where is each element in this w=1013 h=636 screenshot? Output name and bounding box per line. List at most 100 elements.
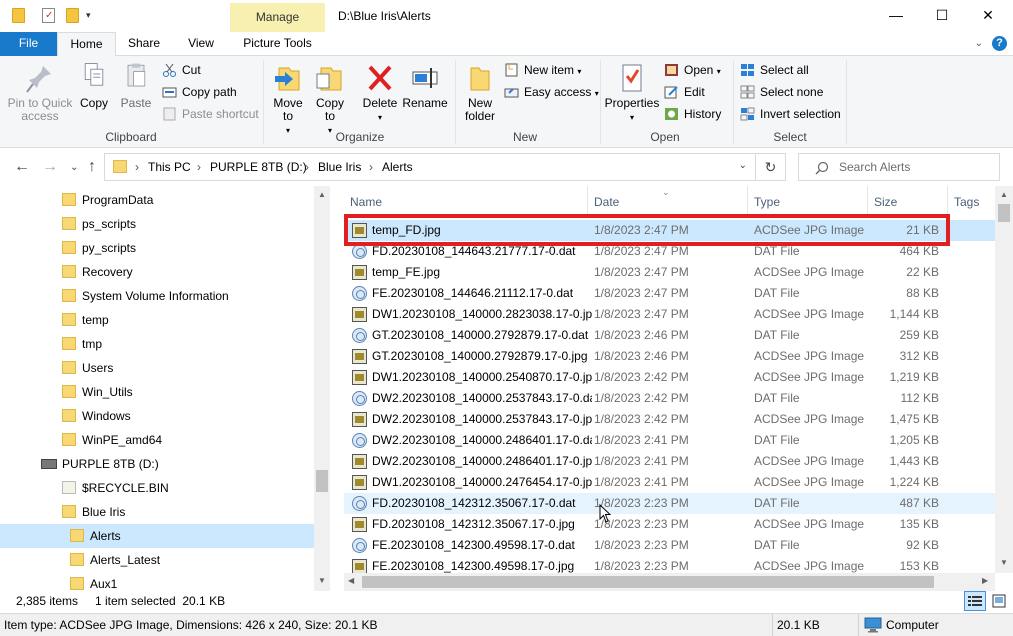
file-list-vertical-scrollbar[interactable]: ▲ ▼ (995, 186, 1013, 573)
tab-home[interactable]: Home (57, 32, 116, 57)
breadcrumb-blue-iris[interactable]: Blue Iris (318, 160, 361, 174)
scroll-left-icon[interactable]: ◀ (348, 576, 354, 585)
rename-button[interactable]: Rename (402, 62, 448, 110)
up-arrow-icon[interactable]: ↑ (88, 158, 96, 176)
file-row[interactable]: FD.20230108_142312.35067.17-0.jpg 1/8/202… (344, 514, 995, 535)
tab-view[interactable]: View (172, 32, 230, 56)
breadcrumb-chevron-icon[interactable]: › (197, 160, 201, 174)
cut-button[interactable]: Cut (162, 60, 201, 80)
file-row[interactable]: DW2.20230108_140000.2537843.17-0.dat 1/8/… (344, 388, 995, 409)
select-all-button[interactable]: Select all (740, 60, 809, 80)
nav-item[interactable]: Recovery (0, 260, 314, 284)
nav-item[interactable]: tmp (0, 332, 314, 356)
breadcrumb-chevron-icon[interactable]: › (305, 160, 309, 174)
file-date: 1/8/2023 2:42 PM (594, 412, 689, 426)
refresh-button[interactable]: ↻ (756, 153, 786, 181)
nav-item[interactable]: Blue Iris (0, 500, 314, 524)
help-icon[interactable]: ? (992, 36, 1007, 51)
nav-item[interactable]: Users (0, 356, 314, 380)
breadcrumb-alerts[interactable]: Alerts (382, 160, 413, 174)
nav-scrollbar[interactable]: ▲ ▼ (314, 186, 330, 591)
copy-to-button[interactable]: Copy to ▾ (312, 62, 348, 137)
file-row[interactable]: GT.20230108_140000.2792879.17-0.dat 1/8/2… (344, 325, 995, 346)
nav-scroll-thumb[interactable] (316, 470, 328, 492)
tab-file[interactable]: File (0, 32, 57, 56)
file-row[interactable]: FE.20230108_144646.21112.17-0.dat 1/8/202… (344, 283, 995, 304)
new-folder-button[interactable]: New folder (460, 62, 500, 123)
nav-item[interactable]: $RECYCLE.BIN (0, 476, 314, 500)
forward-arrow-icon[interactable]: → (42, 158, 58, 176)
nav-item[interactable]: ProgramData (0, 188, 314, 212)
scroll-up-icon[interactable]: ▲ (1000, 190, 1008, 199)
close-button[interactable]: ✕ (965, 0, 1011, 31)
nav-item[interactable]: Windows (0, 404, 314, 428)
nav-item[interactable]: ps_scripts (0, 212, 314, 236)
properties-button[interactable]: Properties ▾ (604, 62, 660, 124)
column-header-tags[interactable]: Tags (948, 186, 995, 218)
horizontal-scroll-thumb[interactable] (362, 576, 934, 588)
nav-item[interactable]: WinPE_amd64 (0, 428, 314, 452)
nav-item[interactable]: Alerts_Latest (0, 548, 314, 572)
breadcrumb-chevron-icon[interactable]: › (369, 160, 373, 174)
file-row[interactable]: DW1.20230108_140000.2476454.17-0.jpg 1/8/… (344, 472, 995, 493)
address-bar[interactable]: › This PC › PURPLE 8TB (D:) › Blue Iris … (104, 153, 756, 181)
open-button[interactable]: Open ▾ (664, 60, 721, 80)
recent-locations-chevron-icon[interactable]: ⌄ (70, 162, 78, 173)
edit-button[interactable]: Edit (664, 82, 705, 102)
customize-toolbar-icon[interactable]: ▾ (86, 8, 99, 23)
nav-item[interactable]: Alerts (0, 524, 314, 548)
scroll-down-icon[interactable]: ▼ (1000, 558, 1008, 567)
file-row[interactable]: GT.20230108_140000.2792879.17-0.jpg 1/8/2… (344, 346, 995, 367)
search-input[interactable]: Search Alerts (798, 153, 1000, 181)
nav-item[interactable]: PURPLE 8TB (D:) (0, 452, 314, 476)
copy-path-button[interactable]: Copy path (162, 82, 237, 102)
paste-button[interactable]: Paste (118, 62, 154, 110)
file-row[interactable]: temp_FE.jpg 1/8/2023 2:47 PM ACDSee JPG Im… (344, 262, 995, 283)
nav-item[interactable]: py_scripts (0, 236, 314, 260)
file-row[interactable]: DW2.20230108_140000.2537843.17-0.jpg 1/8/… (344, 409, 995, 430)
copy-button[interactable]: Copy (76, 62, 112, 110)
details-view-button[interactable] (964, 591, 986, 611)
nav-item[interactable]: temp (0, 308, 314, 332)
minimize-button[interactable]: — (873, 0, 919, 31)
invert-selection-button[interactable]: Invert selection (740, 104, 841, 124)
file-type: DAT File (754, 286, 800, 300)
manage-tab[interactable]: Manage (230, 3, 325, 32)
nav-item[interactable]: System Volume Information (0, 284, 314, 308)
breadcrumb-drive[interactable]: PURPLE 8TB (D:) (210, 160, 307, 174)
properties-icon[interactable]: ✓ (42, 8, 55, 23)
scroll-right-icon[interactable]: ▶ (982, 576, 988, 585)
select-none-button[interactable]: Select none (740, 82, 823, 102)
file-list-horizontal-scrollbar[interactable]: ◀ ▶ (344, 573, 995, 591)
file-row[interactable]: DW1.20230108_140000.2540870.17-0.jpg 1/8/… (344, 367, 995, 388)
back-arrow-icon[interactable]: ← (14, 158, 30, 176)
tab-share[interactable]: Share (116, 32, 172, 56)
file-row[interactable]: DW2.20230108_140000.2486401.17-0.dat 1/8/… (344, 430, 995, 451)
maximize-button[interactable]: ☐ (919, 0, 965, 31)
nav-item[interactable]: Aux1 (0, 572, 314, 591)
breadcrumb-this-pc[interactable]: This PC (148, 160, 191, 174)
new-folder-icon[interactable] (66, 8, 79, 23)
file-row[interactable]: DW1.20230108_140000.2823038.17-0.jpg 1/8/… (344, 304, 995, 325)
file-row[interactable]: DW2.20230108_140000.2486401.17-0.jpg 1/8/… (344, 451, 995, 472)
tab-picture-tools[interactable]: Picture Tools (230, 32, 325, 56)
file-row[interactable]: FE.20230108_142300.49598.17-0.dat 1/8/202… (344, 535, 995, 556)
history-button[interactable]: History (664, 104, 721, 124)
move-to-button[interactable]: Move to ▾ (270, 62, 306, 137)
address-dropdown-chevron-icon[interactable]: ⌄ (739, 160, 747, 171)
scroll-down-icon[interactable]: ▼ (318, 576, 326, 585)
pin-to-quick-access-button[interactable]: Pin to Quick access (6, 62, 74, 123)
easy-access-button[interactable]: Easy access ▾ (504, 82, 599, 102)
paste-shortcut-button[interactable]: Paste shortcut (162, 104, 259, 124)
nav-item[interactable]: Win_Utils (0, 380, 314, 404)
new-item-button[interactable]: New item ▾ (504, 60, 581, 80)
address-row: ← → ⌄ ↑ › This PC › PURPLE 8TB (D:) › Bl… (0, 148, 1013, 186)
expand-ribbon-icon[interactable]: ⌄ (975, 38, 983, 49)
delete-button[interactable]: Delete ▾ (360, 62, 400, 124)
file-row[interactable]: FD.20230108_142312.35067.17-0.dat 1/8/202… (344, 493, 995, 514)
file-list-scroll-thumb[interactable] (998, 204, 1010, 222)
scroll-up-icon[interactable]: ▲ (318, 190, 326, 199)
large-icons-view-button[interactable] (988, 591, 1010, 611)
jpg-file-icon (352, 559, 367, 574)
file-date: 1/8/2023 2:47 PM (594, 286, 689, 300)
